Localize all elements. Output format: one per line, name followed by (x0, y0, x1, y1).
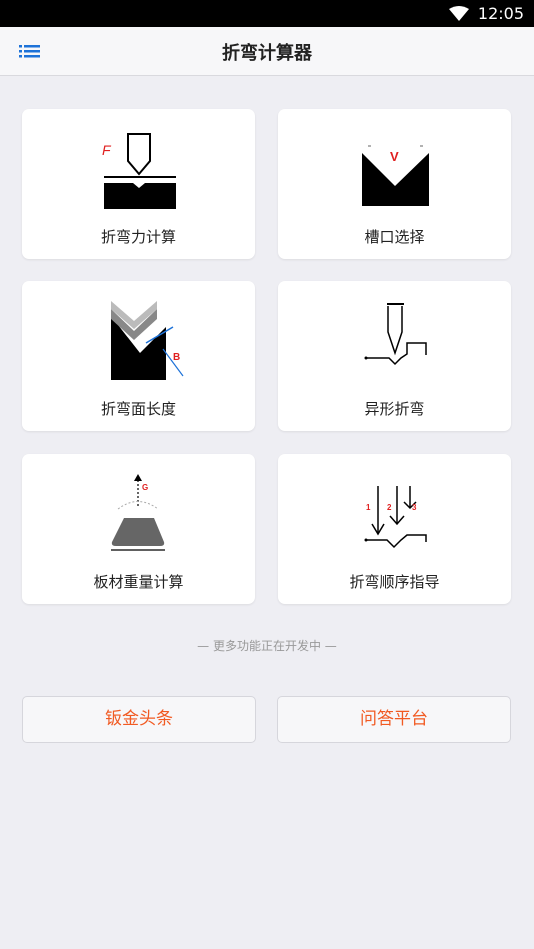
v-label: V (390, 149, 399, 164)
card-label: 槽口选择 (364, 228, 425, 246)
card-label: 折弯面长度 (100, 400, 176, 418)
step-2-label: 2 (387, 503, 392, 512)
bend-length-icon: B (111, 301, 184, 380)
special-shape-bend-icon (364, 303, 427, 366)
card-label: 异形折弯 (364, 400, 425, 418)
card-plate-weight[interactable]: G 板材重量计算 (22, 454, 255, 604)
app-bar: 折弯计算器 (0, 27, 534, 76)
b-label: B (173, 352, 180, 363)
card-v-die-select[interactable]: V 槽口选择 (278, 109, 511, 259)
step-1-label: 1 (366, 503, 371, 512)
card-label: 折弯顺序指导 (349, 573, 440, 591)
card-bend-length[interactable]: B 折弯面长度 (22, 281, 255, 431)
step-3-label: 3 (412, 503, 417, 512)
force-label: F (102, 142, 112, 158)
card-bending-force[interactable]: F 折弯力计算 (22, 109, 255, 259)
card-special-shape-bend[interactable]: 异形折弯 (278, 281, 511, 431)
qa-platform-button[interactable]: 问答平台 (277, 696, 511, 743)
card-label: 板材重量计算 (93, 573, 184, 591)
sheet-metal-news-button[interactable]: 钣金头条 (22, 696, 256, 743)
wifi-icon (449, 6, 469, 21)
v-die-icon: V (362, 145, 429, 206)
more-features-hint: — 更多功能正在开发中 — (197, 639, 337, 653)
bending-force-icon: F (102, 133, 176, 209)
status-bar: 12:05 (0, 0, 534, 27)
card-bend-sequence[interactable]: 1 2 3 折弯顺序指导 (278, 454, 511, 604)
card-label: 折弯力计算 (100, 228, 176, 246)
plate-weight-icon: G (111, 474, 165, 551)
bend-sequence-icon: 1 2 3 (364, 486, 427, 549)
page-title: 折弯计算器 (222, 43, 312, 64)
g-label: G (142, 483, 148, 492)
status-time: 12:05 (477, 4, 524, 23)
